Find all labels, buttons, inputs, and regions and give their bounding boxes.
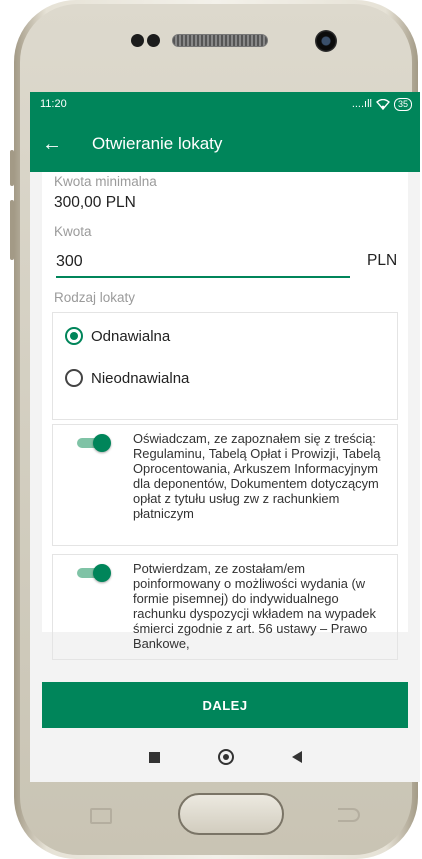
radio-unselected-icon[interactable] bbox=[65, 369, 83, 387]
min-amount-label: Kwota minimalna bbox=[54, 174, 157, 189]
consent-text-disposition: Potwierdzam, ze zostałam/em poinformowan… bbox=[133, 561, 376, 651]
min-amount-value: 300,00 PLN bbox=[54, 194, 136, 211]
consent-item-disposition: Potwierdzam, ze zostałam/em poinformowan… bbox=[52, 554, 398, 660]
toggle-thumb bbox=[93, 564, 111, 582]
signal-icon: ....ıll bbox=[351, 98, 372, 110]
page-title: Otwieranie lokaty bbox=[92, 134, 223, 153]
consents-card: Oświadczam, ze zapoznałem się z treścią:… bbox=[42, 422, 408, 660]
volume-button bbox=[10, 150, 14, 186]
status-bar: 11:20 ....ıll 35 bbox=[30, 92, 420, 116]
recent-apps-icon[interactable] bbox=[148, 751, 160, 763]
back-triangle-icon[interactable] bbox=[291, 751, 302, 763]
consent-item-terms: Oświadczam, ze zapoznałem się z treścią:… bbox=[52, 424, 398, 546]
radio-label-non-renewable: Nieodnawialna bbox=[91, 369, 190, 387]
android-nav-bar bbox=[30, 732, 420, 782]
radio-option-renewable[interactable]: Odnawialna bbox=[65, 327, 170, 345]
back-arrow-icon[interactable]: ← bbox=[30, 134, 74, 154]
home-icon[interactable] bbox=[217, 749, 234, 765]
deposit-type-label: Rodzaj lokaty bbox=[54, 290, 136, 305]
sensor-dots bbox=[131, 34, 163, 52]
front-camera-icon bbox=[315, 30, 337, 52]
next-button[interactable]: DALEJ bbox=[42, 682, 408, 728]
radio-option-non-renewable[interactable]: Nieodnawialna bbox=[65, 369, 189, 387]
currency-label: PLN bbox=[367, 252, 398, 269]
earpiece-speaker bbox=[172, 34, 268, 47]
app-bar: ← Otwieranie lokaty bbox=[30, 116, 420, 172]
battery-icon: 35 bbox=[393, 97, 412, 111]
screen: 11:20 ....ıll 35 ← Otwieranie lokaty Kwo… bbox=[30, 92, 420, 782]
radio-selected-icon[interactable] bbox=[65, 327, 83, 345]
hardware-back-icon bbox=[338, 808, 360, 822]
hardware-home-button bbox=[178, 793, 284, 835]
status-time: 11:20 bbox=[40, 98, 67, 110]
amount-label: Kwota bbox=[54, 224, 92, 239]
status-icons: ....ıll 35 bbox=[351, 97, 412, 111]
toggle-thumb bbox=[93, 434, 111, 452]
hardware-recent-icon bbox=[90, 808, 112, 824]
volume-button-2 bbox=[10, 200, 14, 260]
amount-input[interactable] bbox=[56, 248, 350, 278]
consent-toggle-disposition[interactable] bbox=[77, 564, 111, 582]
consent-text-terms: Oświadczam, ze zapoznałem się z treścią:… bbox=[133, 431, 381, 521]
deposit-type-group: Odnawialna Nieodnawialna bbox=[52, 312, 398, 420]
radio-label-renewable: Odnawialna bbox=[91, 327, 171, 345]
consent-toggle-terms[interactable] bbox=[77, 434, 111, 452]
wifi-icon bbox=[375, 98, 390, 110]
